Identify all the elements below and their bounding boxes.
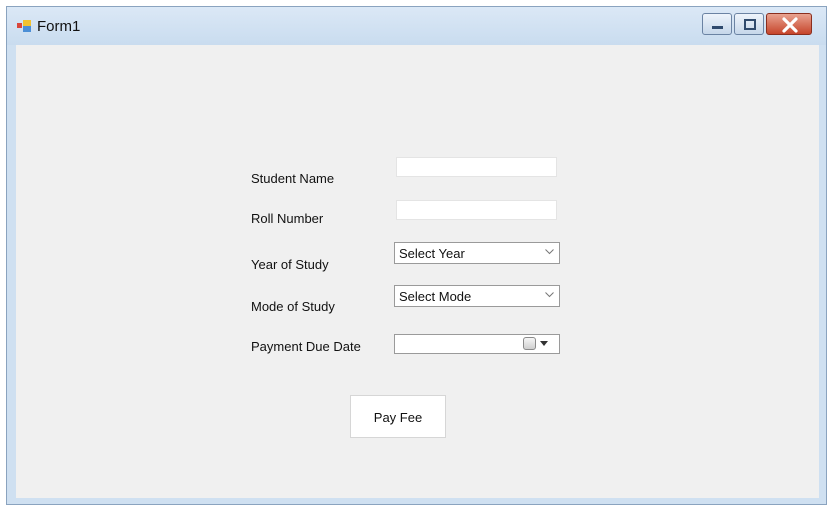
mode-of-study-label: Mode of Study	[251, 299, 335, 314]
window-title: Form1	[37, 18, 81, 35]
student-name-label: Student Name	[251, 171, 335, 186]
chevron-down-icon	[545, 249, 554, 255]
close-button[interactable]	[766, 13, 812, 35]
minimize-icon	[712, 26, 723, 29]
student-name-input[interactable]	[396, 157, 557, 177]
mode-of-study-dropdown[interactable]: Select Mode	[394, 285, 560, 307]
year-of-study-label: Year of Study	[251, 257, 329, 272]
pay-fee-button[interactable]: Pay Fee	[350, 395, 446, 438]
title-bar[interactable]: Form1	[7, 7, 826, 45]
roll-number-label: Roll Number	[251, 211, 324, 226]
maximize-button[interactable]	[734, 13, 764, 35]
minimize-button[interactable]	[702, 13, 732, 35]
calendar-icon[interactable]	[523, 337, 536, 350]
year-of-study-dropdown[interactable]: Select Year	[394, 242, 560, 264]
payment-due-date-picker[interactable]	[394, 334, 560, 354]
close-icon	[782, 17, 798, 33]
year-of-study-selected: Select Year	[399, 246, 465, 261]
form1-window: Form1 Student Name Roll Number Year of S…	[6, 6, 827, 505]
roll-number-input[interactable]	[396, 200, 557, 220]
dropdown-arrow-icon[interactable]	[540, 341, 548, 346]
app-form-icon	[17, 20, 31, 32]
chevron-down-icon	[545, 292, 554, 298]
payment-due-date-label: Payment Due Date	[251, 339, 361, 354]
mode-of-study-selected: Select Mode	[399, 289, 472, 304]
form-client-area: Student Name Roll Number Year of Study S…	[16, 45, 819, 498]
maximize-icon	[744, 19, 756, 30]
